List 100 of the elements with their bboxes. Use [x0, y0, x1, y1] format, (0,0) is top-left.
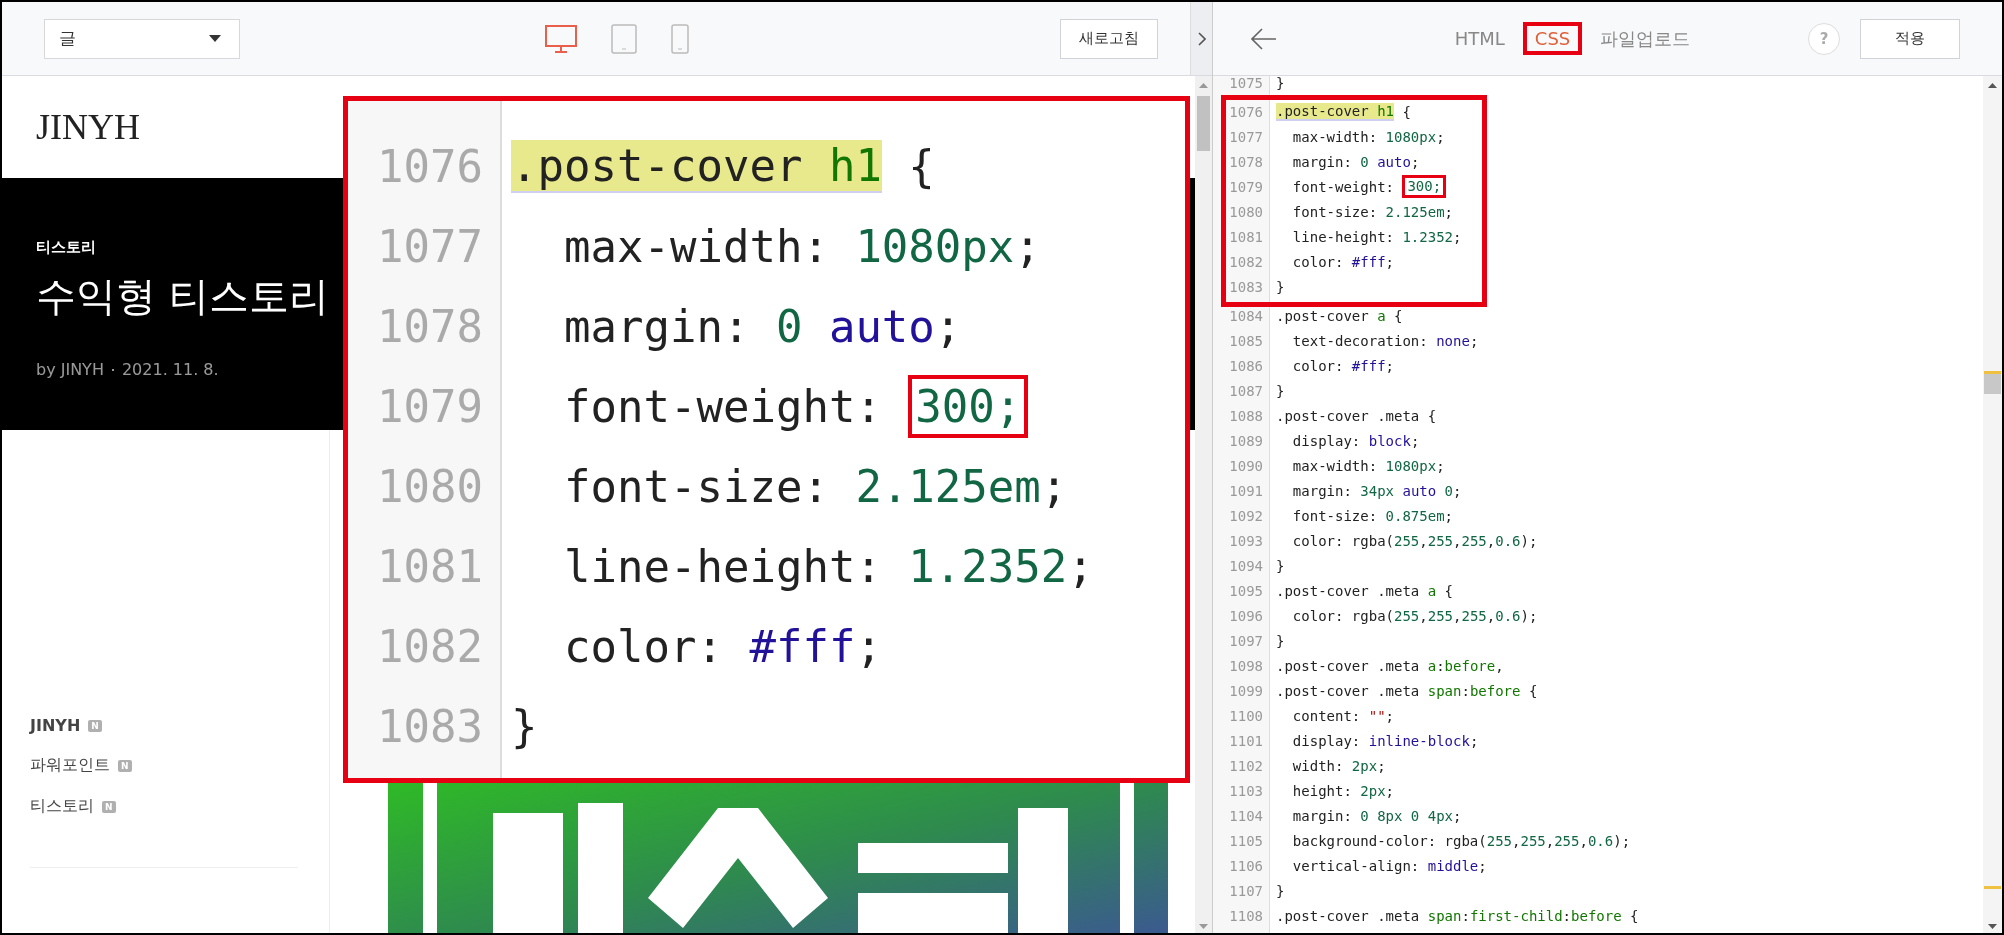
line-number: 1096 [1228, 607, 1263, 624]
code-line: margin: 0 auto; [1291, 152, 1420, 172]
chevron-right-icon [1197, 31, 1206, 46]
line-number: 1089 [1228, 432, 1263, 449]
line-number: 1082 [1228, 253, 1263, 270]
line-number: 1092 [1228, 507, 1263, 524]
code-line: margin: 0 auto; [562, 299, 962, 354]
tablet-view-button[interactable] [611, 23, 637, 54]
refresh-button[interactable]: 새로고침 [1060, 18, 1158, 59]
desktop-view-button[interactable] [545, 24, 577, 53]
code-line: font-weight: 300; [1276, 174, 1447, 199]
line-number: 1093 [1228, 532, 1263, 549]
apply-button[interactable]: 적용 [1860, 18, 1960, 59]
code-line: color: rgba(255,255,255,0.6); [1291, 606, 1538, 626]
line-number: 1095 [1228, 582, 1263, 599]
code-line: } [1276, 277, 1285, 297]
code-line: height: 2px; [1291, 781, 1395, 801]
line-number: 1085 [1228, 332, 1263, 349]
code-line: .post-cover .meta a:before, [1276, 656, 1504, 676]
code-line: color: #fff; [562, 619, 882, 674]
line-number: 1084 [1228, 307, 1263, 324]
code-line: .post-cover .meta span:first-child:before { [1276, 906, 1639, 926]
code-line: display: block; [1291, 431, 1420, 451]
line-number: 1077 [1228, 128, 1263, 145]
code-line: } [1276, 881, 1285, 901]
line-number: 1076 [376, 140, 483, 192]
line-number: 1101 [1228, 732, 1263, 749]
line-number: 1080 [376, 460, 483, 512]
collapse-button[interactable] [1190, 2, 1212, 75]
scrollbar[interactable] [1195, 76, 1212, 933]
line-number: 1106 [1228, 857, 1263, 874]
line-number: 1078 [1228, 153, 1263, 170]
code-line: .post-cover .meta a { [1276, 581, 1453, 601]
code-line: line-height: 1.2352; [562, 539, 1094, 594]
code-line: content: ""; [1291, 706, 1394, 726]
line-number: 1083 [1228, 278, 1263, 295]
blog-title[interactable]: JINYH [36, 106, 140, 149]
line-number: 1082 [376, 620, 483, 672]
line-number: 1091 [1228, 482, 1263, 499]
line-number: 1075 [1228, 76, 1263, 91]
line-number: 1079 [1228, 178, 1263, 195]
line-number: 1083 [376, 700, 483, 752]
new-badge: N [102, 800, 116, 813]
code-line: } [511, 699, 538, 754]
post-date: 2021. 11. 8. [121, 360, 219, 380]
line-number: 1107 [1228, 882, 1263, 899]
line-number: 1078 [376, 300, 483, 352]
code-line: color: #fff; [1291, 252, 1394, 272]
code-line: width: 2px; [1291, 756, 1386, 776]
code-line: text-decoration: none; [1291, 331, 1479, 351]
code-line: color: #fff; [1291, 356, 1394, 376]
code-line: } [1276, 556, 1285, 576]
code-line: } [1276, 381, 1285, 401]
line-number: 1100 [1228, 707, 1263, 724]
code-line: .post-cover .meta span:before { [1276, 681, 1538, 701]
line-number: 1099 [1228, 682, 1263, 699]
new-badge: N [118, 759, 132, 772]
phone-icon [671, 23, 689, 54]
line-number: 1094 [1228, 557, 1263, 574]
code-line: } [1276, 76, 1285, 93]
line-number: 1105 [1228, 832, 1263, 849]
line-number: 1097 [1228, 632, 1263, 649]
code-line: line-height: 1.2352; [1291, 227, 1462, 247]
menu-link[interactable]: JINYH [30, 716, 81, 735]
code-line: display: inline-block; [1291, 731, 1479, 751]
back-arrow-icon[interactable] [1251, 27, 1277, 50]
menu-link[interactable]: 티스토리 [30, 796, 94, 817]
code-line: font-size: 0.875em; [1291, 506, 1454, 526]
code-line: color: rgba(255,255,255,0.6); [1291, 531, 1538, 551]
code-line: } [1276, 631, 1285, 651]
post-title: 수익형 티스토리 [36, 272, 329, 322]
mobile-view-button[interactable] [671, 23, 689, 54]
line-number: 1079 [376, 380, 483, 432]
code-line: max-width: 1080px; [1291, 456, 1445, 476]
tablet-icon [611, 23, 637, 54]
line-number: 1076 [1228, 103, 1263, 120]
line-number: 1087 [1228, 382, 1263, 399]
line-number: 1081 [376, 540, 483, 592]
code-line: vertical-align: middle; [1291, 856, 1487, 876]
post-author[interactable]: by JINYH [36, 360, 104, 380]
code-line: background-color: rgba(255,255,255,0.6); [1291, 831, 1631, 851]
code-line: max-width: 1080px; [1291, 127, 1445, 147]
view-dropdown[interactable]: 글 [44, 18, 240, 59]
code-line: font-size: 2.125em; [1291, 202, 1454, 222]
line-number: 1077 [376, 220, 483, 272]
post-category[interactable]: 티스토리 [36, 238, 96, 258]
menu-link[interactable]: 파워포인트 [30, 755, 110, 776]
line-number: 1080 [1228, 203, 1263, 220]
line-number: 1090 [1228, 457, 1263, 474]
line-number: 1104 [1228, 807, 1263, 824]
caret-icon [209, 35, 221, 42]
line-number: 1086 [1228, 357, 1263, 374]
monitor-icon [545, 24, 577, 53]
code-line: .post-cover h1 { [1276, 101, 1411, 123]
code-line: .post-cover .meta { [1276, 406, 1437, 426]
code-line: font-size: 2.125em; [562, 459, 1068, 514]
code-line: max-width: 1080px; [562, 219, 1041, 274]
line-number: 1102 [1228, 757, 1263, 774]
code-line: font-weight: 300; [511, 368, 1029, 444]
scrollbar[interactable] [1983, 76, 2002, 933]
